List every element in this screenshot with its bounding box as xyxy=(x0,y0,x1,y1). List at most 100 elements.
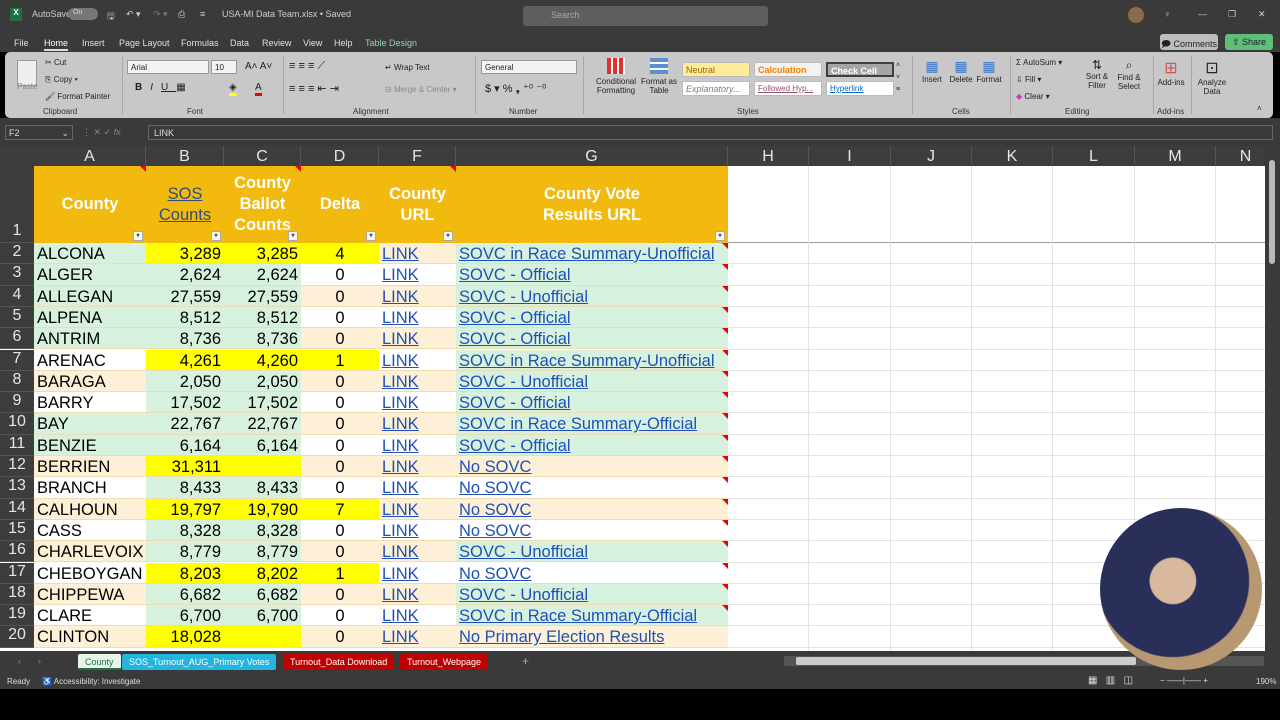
cell-C6[interactable]: 8,736 xyxy=(224,328,301,350)
cell-G9[interactable]: SOVC - Official xyxy=(456,392,728,414)
cell-B11[interactable]: 6,164 xyxy=(146,434,224,456)
comment-indicator-icon[interactable] xyxy=(722,264,728,271)
cell-F4[interactable]: LINK xyxy=(379,285,456,307)
zoom-level[interactable]: 190% xyxy=(1256,677,1276,686)
add-ins-button[interactable]: ⊞ Add-ins xyxy=(1155,58,1187,87)
delete-cells-button[interactable]: ▦ Delete xyxy=(947,58,975,84)
style-check-cell[interactable]: Check Cell xyxy=(826,62,894,77)
cell-A10[interactable]: BAY xyxy=(34,413,146,435)
row-header-3[interactable]: 3 xyxy=(0,264,34,286)
comment-indicator-icon[interactable] xyxy=(722,477,728,484)
cell-C7[interactable]: 4,260 xyxy=(224,349,301,371)
cell-B9[interactable]: 17,502 xyxy=(146,392,224,414)
cell-D13[interactable]: 0 xyxy=(301,477,379,499)
restore-icon[interactable]: ❐ xyxy=(1228,9,1236,20)
paste-button[interactable]: Paste xyxy=(17,82,37,91)
cell-B15[interactable]: 8,328 xyxy=(146,519,224,542)
cell-C19[interactable]: 6,700 xyxy=(224,605,301,627)
cell-G5[interactable]: SOVC - Official xyxy=(456,306,728,329)
row-header-18[interactable]: 18 xyxy=(0,583,34,606)
cell-G12[interactable]: No SOVC xyxy=(456,456,728,478)
cell-D12[interactable]: 0 xyxy=(301,456,379,478)
document-title[interactable]: USA-MI Data Team.xlsx • Saved xyxy=(222,9,351,19)
autosum-button[interactable]: Σ AutoSum ▾ xyxy=(1016,58,1062,67)
cell-G13[interactable]: No SOVC xyxy=(456,477,728,499)
comment-indicator-icon[interactable] xyxy=(722,605,728,612)
column-header-K[interactable]: K xyxy=(972,146,1053,166)
zoom-slider[interactable]: − ——|—— + xyxy=(1160,676,1208,685)
cell-A9[interactable]: BARRY xyxy=(34,392,146,414)
column-header-G[interactable]: G xyxy=(456,146,728,166)
cell-D6[interactable]: 0 xyxy=(301,328,379,350)
cell-G2[interactable]: SOVC in Race Summary-Unofficial xyxy=(456,243,728,265)
column-header-H[interactable]: H xyxy=(728,146,809,166)
ribbon-tab-review[interactable]: Review xyxy=(262,38,292,48)
cell-A6[interactable]: ANTRIM xyxy=(34,328,146,350)
format-as-table-button[interactable]: Format as Table xyxy=(641,58,677,95)
horizontal-align-icons[interactable]: ≡ ≡ ≡ ⇤ ⇥ xyxy=(289,82,339,95)
cell-G7[interactable]: SOVC in Race Summary-Unofficial xyxy=(456,349,728,371)
row-header-17[interactable]: 17 xyxy=(0,562,34,584)
cell-B12[interactable]: 31,311 xyxy=(146,456,224,478)
cell-F15[interactable]: LINK xyxy=(379,519,456,542)
cell-G20[interactable]: No Primary Election Results xyxy=(456,626,728,648)
cell-D7[interactable]: 1 xyxy=(301,349,379,371)
ribbon-tab-data[interactable]: Data xyxy=(230,38,249,48)
lightbulb-icon[interactable]: ♀ xyxy=(1164,9,1171,19)
cell-F2[interactable]: LINK xyxy=(379,243,456,265)
cell-A8[interactable]: BARAGA xyxy=(34,370,146,393)
comment-indicator-icon[interactable] xyxy=(722,456,728,462)
column-header-I[interactable]: I xyxy=(809,146,891,166)
comment-indicator-icon[interactable] xyxy=(722,328,728,335)
cell-A3[interactable]: ALGER xyxy=(34,264,146,286)
filter-dropdown-icon[interactable]: ▾ xyxy=(288,231,298,241)
copy-button[interactable]: ⎘ Copy ▾ xyxy=(45,75,78,85)
cell-G16[interactable]: SOVC - Unofficial xyxy=(456,541,728,563)
fill-button[interactable]: ⇩ Fill ▾ xyxy=(1016,75,1041,84)
cell-G4[interactable]: SOVC - Unofficial xyxy=(456,285,728,307)
cell-A4[interactable]: ALLEGAN xyxy=(34,285,146,307)
table-header-C[interactable]: County Ballot Counts ▾ xyxy=(224,166,301,243)
cell-C11[interactable]: 6,164 xyxy=(224,434,301,456)
cell-D11[interactable]: 0 xyxy=(301,434,379,456)
ribbon-tab-home[interactable]: Home xyxy=(44,38,69,51)
cell-F12[interactable]: LINK xyxy=(379,456,456,478)
row-header-2[interactable]: 2 xyxy=(0,243,34,265)
cell-C8[interactable]: 2,050 xyxy=(224,370,301,393)
ribbon-tab-formulas[interactable]: Formulas xyxy=(181,38,219,48)
cell-F13[interactable]: LINK xyxy=(379,477,456,499)
column-header-M[interactable]: M xyxy=(1135,146,1216,166)
redo-icon[interactable]: ↷ ▾ xyxy=(153,9,168,20)
wrap-text-button[interactable]: ↵ Wrap Text xyxy=(385,63,430,72)
cell-C13[interactable]: 8,433 xyxy=(224,477,301,499)
style-explanatory[interactable]: Explanatory... xyxy=(682,81,750,96)
comment-indicator-icon[interactable] xyxy=(722,285,728,292)
row-header-8[interactable]: 8 xyxy=(0,370,34,393)
fill-color-icon[interactable]: ◈ xyxy=(229,82,237,96)
cell-B17[interactable]: 8,203 xyxy=(146,562,224,584)
column-header-J[interactable]: J xyxy=(891,146,972,166)
close-icon[interactable]: ✕ xyxy=(1258,9,1266,20)
row-header-13[interactable]: 13 xyxy=(0,477,34,499)
cell-F10[interactable]: LINK xyxy=(379,413,456,435)
cell-A2[interactable]: ALCONA xyxy=(34,243,146,265)
cell-D14[interactable]: 7 xyxy=(301,498,379,520)
comment-indicator-icon[interactable] xyxy=(722,583,728,590)
cell-G14[interactable]: No SOVC xyxy=(456,498,728,520)
conditional-formatting-button[interactable]: Conditional Formatting xyxy=(590,58,642,95)
ribbon-tab-table-design[interactable]: Table Design xyxy=(365,38,417,48)
number-format-select[interactable]: General xyxy=(481,60,577,74)
font-format-buttons[interactable]: BIU▦ xyxy=(135,82,194,93)
font-name-select[interactable]: Arial xyxy=(127,60,209,74)
row-header-20[interactable]: 20 xyxy=(0,626,34,648)
comment-indicator-icon[interactable] xyxy=(722,370,728,377)
cell-D19[interactable]: 0 xyxy=(301,605,379,627)
row-header-9[interactable]: 9 xyxy=(0,392,34,414)
cell-C9[interactable]: 17,502 xyxy=(224,392,301,414)
share-button[interactable]: ⇪ Share xyxy=(1225,34,1273,50)
cell-F17[interactable]: LINK xyxy=(379,562,456,584)
sort-filter-button[interactable]: ⇅ Sort & Filter xyxy=(1081,58,1113,90)
customize-qat-icon[interactable]: ≡ xyxy=(200,9,205,19)
filter-dropdown-icon[interactable]: ▾ xyxy=(133,231,143,241)
column-header-C[interactable]: C xyxy=(224,146,301,166)
